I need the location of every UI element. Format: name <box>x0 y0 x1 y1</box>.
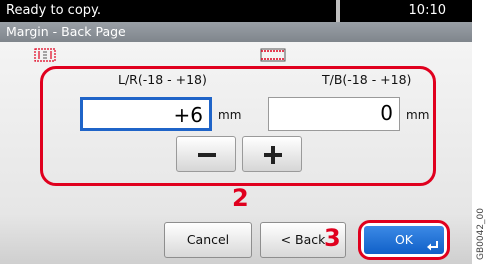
status-divider <box>336 0 340 22</box>
screen-title: Margin - Back Page <box>6 24 126 39</box>
top-bottom-margin-icon <box>260 48 286 62</box>
lr-margin-input[interactable]: +6 <box>80 97 212 131</box>
ok-button-face: OK <box>364 226 444 254</box>
left-right-margin-icon <box>34 48 56 62</box>
back-button-label: < Back <box>280 232 326 247</box>
screen-title-bar: Margin - Back Page <box>0 22 472 42</box>
plus-icon <box>264 146 282 164</box>
lr-margin-value: +6 <box>173 103 203 127</box>
increment-button[interactable] <box>242 136 302 172</box>
status-time: 10:10 <box>408 3 446 18</box>
enter-icon <box>427 241 438 251</box>
tb-unit: mm <box>406 108 430 122</box>
cancel-button[interactable]: Cancel <box>164 222 252 258</box>
ok-button[interactable]: OK <box>358 220 450 260</box>
callout-step-3: 3 <box>324 224 341 252</box>
lr-unit: mm <box>218 108 242 122</box>
tb-margin-input[interactable]: 0 <box>268 97 400 131</box>
tb-label: T/B(-18 - +18) <box>322 72 412 87</box>
decrement-button[interactable] <box>176 136 236 172</box>
cancel-button-label: Cancel <box>186 232 230 247</box>
status-message: Ready to copy. <box>6 3 101 18</box>
lr-label: L/R(-18 - +18) <box>118 72 207 87</box>
callout-step-2: 2 <box>232 184 249 212</box>
minus-icon <box>198 153 216 157</box>
document-code: GB0042_00 <box>476 208 488 260</box>
tb-margin-value: 0 <box>380 101 393 125</box>
document-code-text: GB0042_00 <box>476 207 486 260</box>
status-bar: Ready to copy. 10:10 <box>0 0 472 22</box>
